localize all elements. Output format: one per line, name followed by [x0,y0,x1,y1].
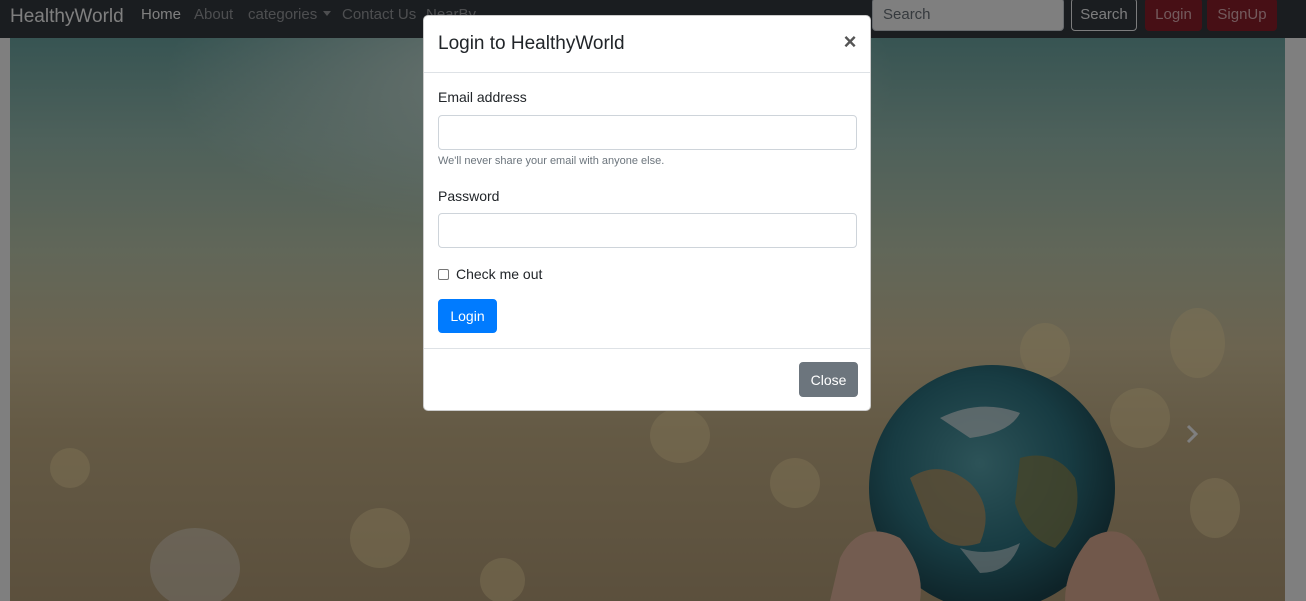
email-label: Email address [438,89,527,105]
checkbox-label: Check me out [456,266,543,282]
email-help-text: We'll never share your email with anyone… [438,155,665,167]
page: HealthyWorld Home About categories Conta… [0,0,1306,601]
remember-check-row[interactable]: Check me out [438,266,542,282]
password-label: Password [438,188,500,204]
check-me-out-checkbox[interactable] [438,268,449,280]
modal-footer-divider [424,348,870,349]
close-icon[interactable]: × [836,28,864,56]
password-field[interactable] [438,213,857,248]
modal-title: Login to HealthyWorld [438,33,625,54]
modal-header: Login to HealthyWorld × [424,16,870,73]
close-modal-button[interactable]: Close [799,362,858,397]
submit-login-button[interactable]: Login [438,299,497,333]
login-modal: Login to HealthyWorld × Email address We… [423,15,871,411]
email-field[interactable] [438,115,857,150]
